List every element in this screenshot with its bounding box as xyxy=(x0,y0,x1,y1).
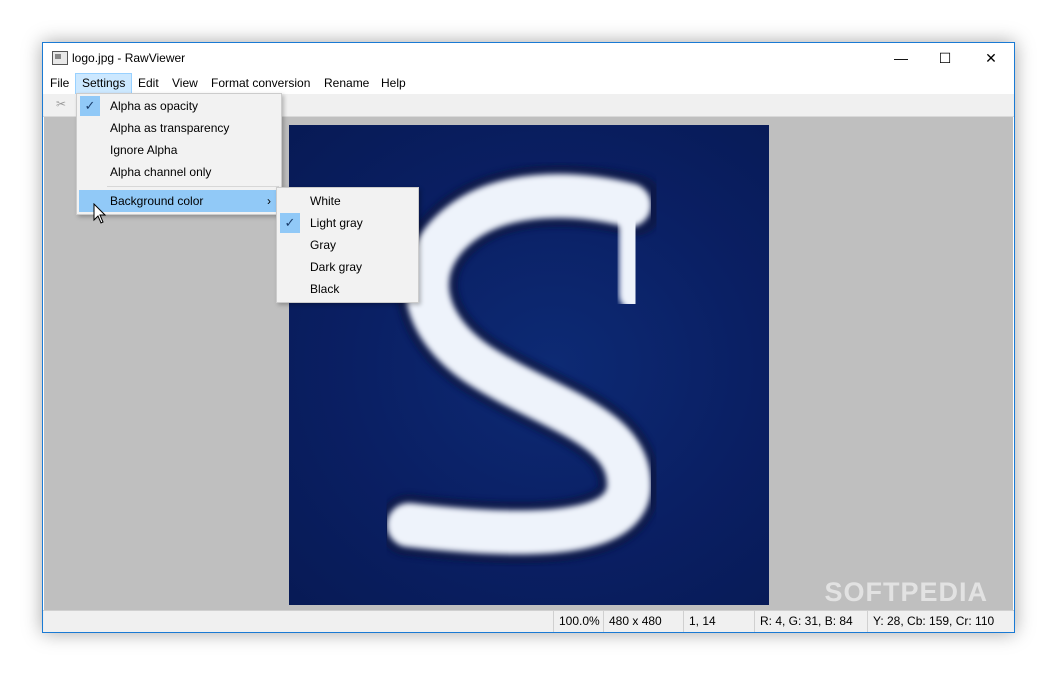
menu-background-color[interactable]: Background color › xyxy=(79,190,279,212)
check-icon: ✓ xyxy=(80,96,100,116)
mouse-cursor-icon xyxy=(93,203,107,224)
background-color-submenu: White ✓ Light gray Gray Dark gray Black xyxy=(276,187,419,303)
menu-bg-light-gray[interactable]: ✓ Light gray xyxy=(279,212,416,234)
menu-separator xyxy=(107,186,279,187)
menu-view[interactable]: View xyxy=(166,73,204,93)
menu-help[interactable]: Help xyxy=(375,73,412,93)
menu-item-label: Black xyxy=(310,282,340,296)
title-bar[interactable]: logo.jpg - RawViewer — ☐ ✕ xyxy=(43,43,1014,73)
menu-item-label: Alpha as opacity xyxy=(110,99,199,113)
status-zoom: 100.0% xyxy=(553,611,604,632)
app-icon xyxy=(52,51,68,65)
cut-icon[interactable]: ✂ xyxy=(53,96,69,112)
minimize-button[interactable]: — xyxy=(878,43,924,73)
menu-bar: File Settings Edit View Format conversio… xyxy=(43,73,1014,95)
status-ycbcr: Y: 28, Cb: 159, Cr: 110 xyxy=(867,611,1013,632)
status-bar: 100.0% 480 x 480 1, 14 R: 4, G: 31, B: 8… xyxy=(43,610,1014,632)
close-button[interactable]: ✕ xyxy=(968,43,1014,73)
menu-item-label: Alpha as transparency xyxy=(110,121,230,135)
menu-file[interactable]: File xyxy=(44,73,75,93)
menu-item-label: Ignore Alpha xyxy=(110,143,178,157)
menu-ignore-alpha[interactable]: Ignore Alpha xyxy=(79,139,279,161)
menu-item-label: Gray xyxy=(310,238,337,252)
check-icon: ✓ xyxy=(280,213,300,233)
softpedia-watermark: SOFTPEDIA xyxy=(824,577,988,607)
menu-format-conversion[interactable]: Format conversion xyxy=(205,73,316,93)
menu-alpha-channel-only[interactable]: Alpha channel only xyxy=(79,161,279,183)
menu-item-label: Light gray xyxy=(310,216,363,230)
status-coords: 1, 14 xyxy=(683,611,754,632)
chevron-right-icon: › xyxy=(267,194,271,208)
status-rgb: R: 4, G: 31, B: 84 xyxy=(754,611,865,632)
window-title: logo.jpg - RawViewer xyxy=(72,51,186,65)
menu-item-label: Alpha channel only xyxy=(110,165,212,179)
menu-alpha-opacity[interactable]: ✓ Alpha as opacity xyxy=(79,95,279,117)
menu-bg-gray[interactable]: Gray xyxy=(279,234,416,256)
menu-bg-black[interactable]: Black xyxy=(279,278,416,300)
settings-dropdown: ✓ Alpha as opacity Alpha as transparency… xyxy=(76,93,282,215)
menu-item-label: White xyxy=(310,194,341,208)
menu-bg-dark-gray[interactable]: Dark gray xyxy=(279,256,416,278)
status-size: 480 x 480 xyxy=(603,611,684,632)
maximize-button[interactable]: ☐ xyxy=(922,43,968,73)
menu-alpha-transparency[interactable]: Alpha as transparency xyxy=(79,117,279,139)
menu-item-label: Background color xyxy=(110,194,204,208)
menu-rename[interactable]: Rename xyxy=(318,73,375,93)
menu-bg-white[interactable]: White xyxy=(279,190,416,212)
menu-edit[interactable]: Edit xyxy=(132,73,165,93)
menu-item-label: Dark gray xyxy=(310,260,363,274)
menu-settings[interactable]: Settings xyxy=(75,73,133,95)
